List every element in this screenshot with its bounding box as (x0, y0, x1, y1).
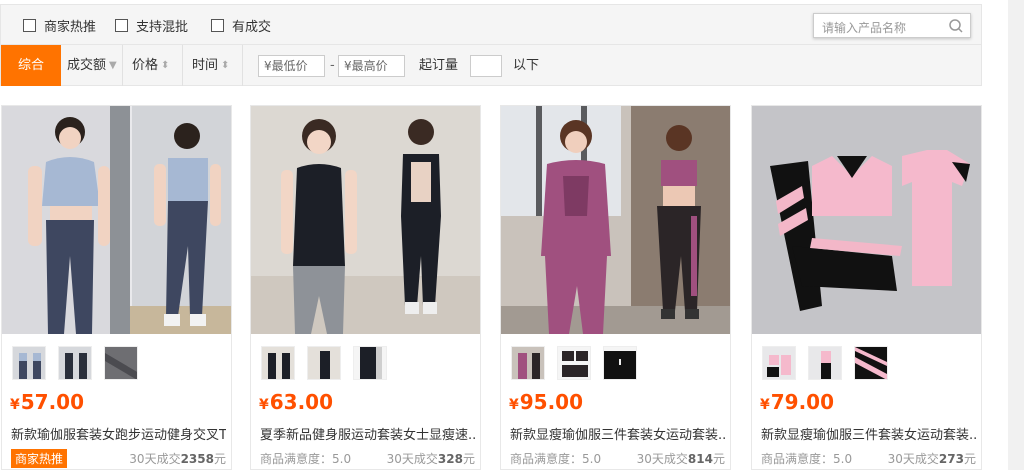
sales-value: 273 (938, 452, 964, 466)
sales-value: 2358 (180, 452, 214, 466)
min-order-input[interactable] (470, 55, 502, 77)
checkbox-mixed-wholesale[interactable]: 支持混批 (115, 16, 188, 35)
sort-by-price[interactable]: 价格 ⬍ (123, 45, 183, 86)
sales-info: 30天成交814元 (637, 450, 725, 467)
thumbnail[interactable] (762, 346, 796, 380)
thumbnail-list (12, 346, 138, 380)
thumbnail[interactable] (58, 346, 92, 380)
satisfaction-rating: 商品满意度：5.0 (510, 452, 602, 466)
product-image[interactable] (501, 106, 730, 334)
sales-value: 814 (687, 452, 713, 466)
currency-symbol: ¥ (259, 397, 269, 413)
price-separator: - (330, 58, 335, 73)
price-min-input[interactable]: ¥最低价 (258, 55, 325, 77)
hot-recommend-badge: 商家热推 (11, 449, 68, 468)
below-label: 以下 (513, 58, 540, 73)
sort-label: 时间 (192, 58, 219, 73)
sales-info: 30天成交2358元 (129, 450, 226, 467)
thumbnail-list (261, 346, 387, 380)
currency-symbol: ¥ (760, 397, 770, 413)
sales-unit: 元 (213, 452, 226, 466)
sales-unit: 元 (462, 452, 475, 466)
sort-updown-icon: ⬍ (161, 60, 170, 71)
sort-by-time[interactable]: 时间 ⬍ (183, 45, 243, 86)
product-card[interactable]: ¥63.00 夏季新品健身服运动套装女士显瘦速... 商品满意度：5.0 30天… (250, 105, 481, 470)
product-meta: 商品满意度：5.0 30天成交328元 (260, 450, 475, 467)
product-price: ¥79.00 (760, 390, 834, 414)
product-title[interactable]: 新款瑜伽服套装女跑步运动健身交叉T... (11, 424, 226, 443)
thumbnail[interactable] (511, 346, 545, 380)
product-card[interactable]: ¥57.00 新款瑜伽服套装女跑步运动健身交叉T... 商家热推 30天成交23… (1, 105, 232, 470)
sort-by-turnover[interactable]: 成交额 ▼ (61, 45, 123, 86)
sales-unit: 元 (712, 452, 725, 466)
product-title[interactable]: 新款显瘦瑜伽服三件套装女运动套装... (510, 424, 725, 443)
sales-label: 30天成交 (386, 452, 438, 466)
product-title[interactable]: 夏季新品健身服运动套装女士显瘦速... (260, 424, 475, 443)
thumbnail[interactable] (557, 346, 591, 380)
checkbox-box[interactable] (23, 19, 36, 32)
scrollbar[interactable] (1008, 0, 1024, 470)
thumbnail[interactable] (307, 346, 341, 380)
thumbnail[interactable] (854, 346, 888, 380)
price-value: 79.00 (770, 390, 835, 414)
caret-down-icon: ▼ (109, 60, 117, 71)
sales-label: 30天成交 (129, 452, 181, 466)
checkbox-has-deals[interactable]: 有成交 (211, 16, 271, 35)
product-image[interactable] (251, 106, 480, 334)
product-image[interactable] (752, 106, 981, 334)
satisfaction-rating: 商品满意度：5.0 (761, 452, 853, 466)
sales-label: 30天成交 (636, 452, 688, 466)
product-card[interactable]: ¥79.00 新款显瘦瑜伽服三件套装女运动套装... 商品满意度：5.0 30天… (751, 105, 982, 470)
checkbox-label: 商家热推 (44, 20, 97, 35)
thumbnail[interactable] (603, 346, 637, 380)
sales-unit: 元 (963, 452, 976, 466)
min-order-label: 起订量 (419, 58, 459, 73)
product-price: ¥57.00 (10, 390, 84, 414)
sort-bar: 综合 成交额 ▼ 价格 ⬍ 时间 ⬍ ¥最低价 - ¥最高价 起订量 以下 (0, 44, 982, 86)
checkbox-hot-recommend[interactable]: 商家热推 (23, 16, 96, 35)
thumbnail-list (762, 346, 888, 380)
thumbnail[interactable] (353, 346, 387, 380)
checkbox-box[interactable] (115, 19, 128, 32)
checkbox-label: 有成交 (232, 20, 272, 35)
currency-symbol: ¥ (509, 397, 519, 413)
sort-comprehensive[interactable]: 综合 (1, 45, 61, 86)
thumbnail[interactable] (261, 346, 295, 380)
price-value: 57.00 (20, 390, 85, 414)
price-max-input[interactable]: ¥最高价 (338, 55, 405, 77)
search-input[interactable]: 请输入产品名称 (813, 13, 971, 38)
sales-info: 30天成交273元 (888, 450, 976, 467)
thumbnail-list (511, 346, 637, 380)
sort-label: 成交额 (67, 58, 107, 73)
product-card[interactable]: ¥95.00 新款显瘦瑜伽服三件套装女运动套装... 商品满意度：5.0 30天… (500, 105, 731, 470)
sales-value: 328 (437, 452, 463, 466)
price-value: 95.00 (519, 390, 584, 414)
satisfaction-rating: 商品满意度：5.0 (260, 452, 352, 466)
thumbnail[interactable] (104, 346, 138, 380)
filter-bar: 商家热推 支持混批 有成交 请输入产品名称 (0, 4, 982, 44)
product-price: ¥63.00 (259, 390, 333, 414)
checkbox-label: 支持混批 (136, 20, 189, 35)
sort-updown-icon: ⬍ (221, 60, 230, 71)
sales-label: 30天成交 (887, 452, 939, 466)
page: 商家热推 支持混批 有成交 请输入产品名称 综合 成交额▼ 价格⬍ 时间⬍ (0, 0, 1024, 470)
currency-symbol: ¥ (10, 397, 20, 413)
product-meta: 商品满意度：5.0 30天成交273元 (761, 450, 976, 467)
thumbnail[interactable] (12, 346, 46, 380)
search-placeholder: 请输入产品名称 (822, 21, 907, 35)
sort-label: 价格 (132, 58, 159, 73)
sales-info: 30天成交328元 (387, 450, 475, 467)
product-image[interactable] (2, 106, 231, 334)
checkbox-box[interactable] (211, 19, 224, 32)
product-title[interactable]: 新款显瘦瑜伽服三件套装女运动套装... (761, 424, 976, 443)
product-meta: 商品满意度：5.0 30天成交814元 (510, 450, 725, 467)
product-price: ¥95.00 (509, 390, 583, 414)
thumbnail[interactable] (808, 346, 842, 380)
price-value: 63.00 (269, 390, 334, 414)
search-icon[interactable] (948, 18, 964, 34)
